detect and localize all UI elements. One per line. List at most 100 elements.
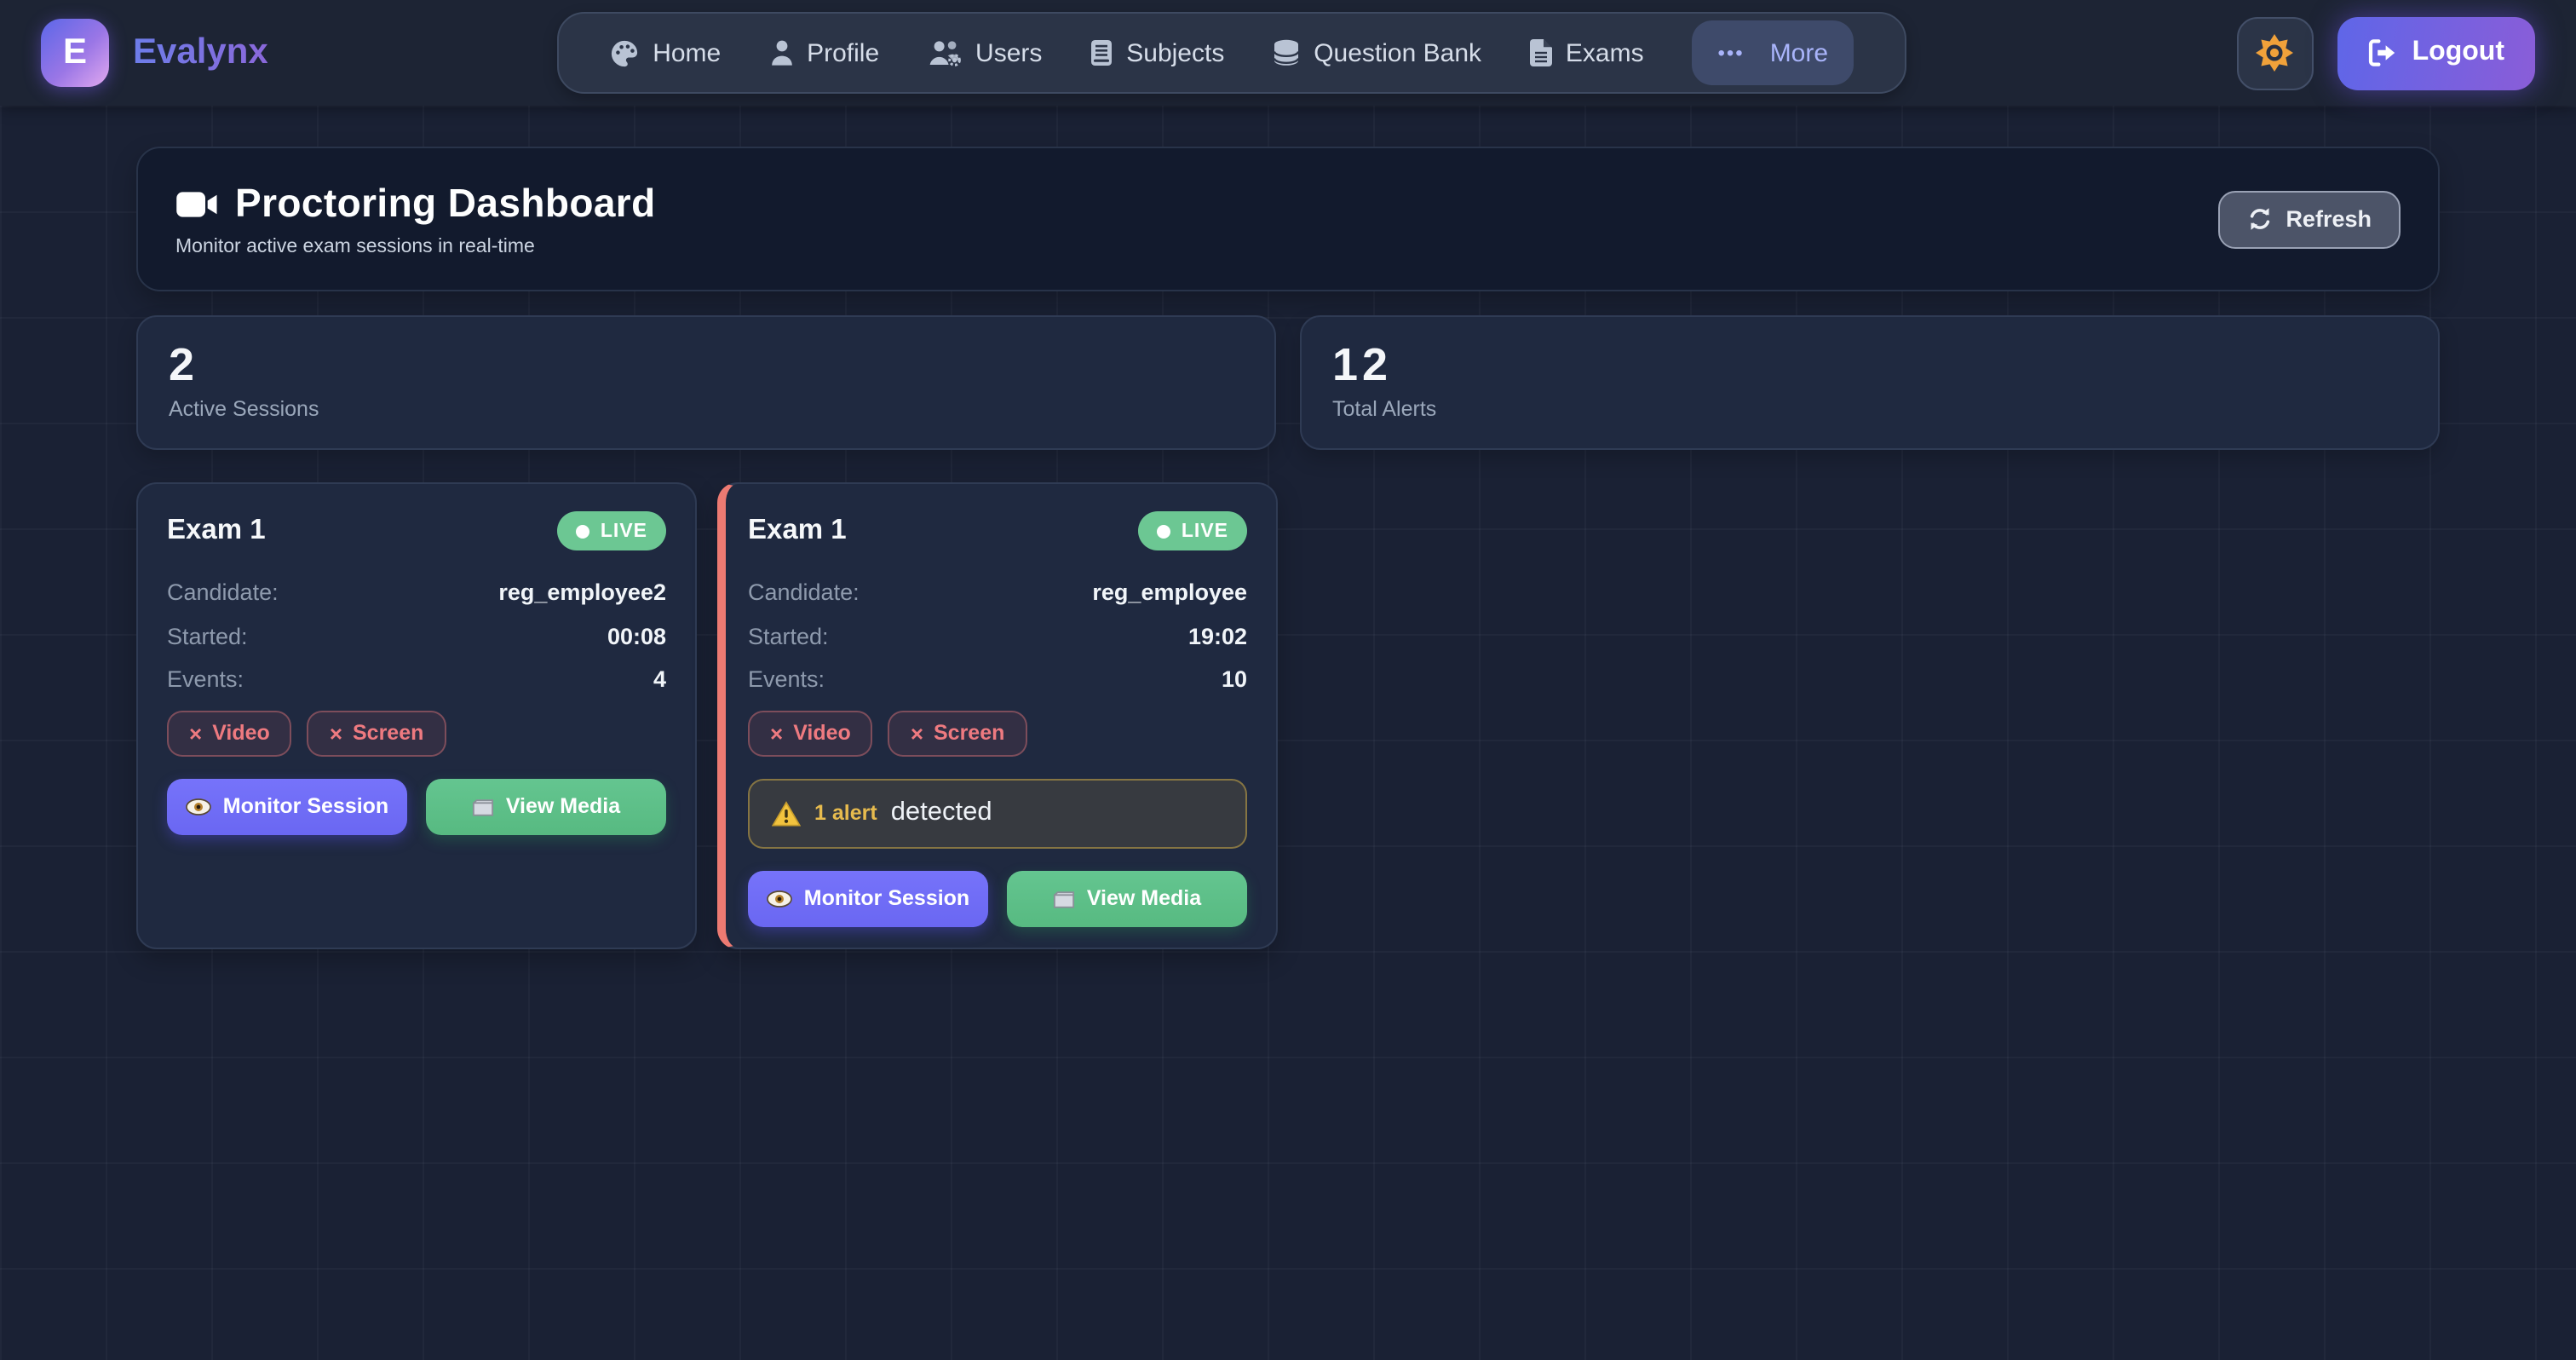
detail-label: Started: <box>748 623 829 648</box>
view-media-button[interactable]: View Media <box>1007 870 1247 926</box>
screen-off-chip[interactable]: × Screen <box>308 710 446 756</box>
page-subtitle: Monitor active exam sessions in real-tim… <box>175 237 656 257</box>
nav-item-label: Question Bank <box>1314 38 1481 67</box>
view-media-label: View Media <box>1087 886 1201 910</box>
nav-item-label: Users <box>975 38 1042 67</box>
logout-label: Logout <box>2412 37 2504 68</box>
ellipsis-icon: ••• <box>1717 41 1744 65</box>
main-nav: Home Profile Users Subjects <box>557 12 1906 94</box>
nav-item-profile[interactable]: Profile <box>769 38 879 67</box>
session-card: Exam 1 LIVE Candidate: reg_employee2 Sta… <box>136 482 697 949</box>
close-icon: × <box>330 720 342 746</box>
detail-label: Events: <box>748 666 825 692</box>
page-body: Proctoring Dashboard Monitor active exam… <box>0 106 2576 1360</box>
nav-item-label: Home <box>653 38 721 67</box>
file-lines-icon <box>1530 39 1552 66</box>
detail-value: 10 <box>1222 666 1247 692</box>
eye-icon <box>186 797 211 815</box>
session-card-header: Exam 1 LIVE <box>748 511 1247 550</box>
nav-item-subjects[interactable]: Subjects <box>1090 38 1224 67</box>
page-header-card: Proctoring Dashboard Monitor active exam… <box>136 147 2440 291</box>
theme-toggle-button[interactable] <box>2237 16 2314 89</box>
detail-label: Started: <box>167 623 248 648</box>
nav-item-label: More <box>1770 38 1828 67</box>
navbar-actions: Logout <box>2237 16 2535 89</box>
live-badge: LIVE <box>558 511 666 550</box>
eye-icon <box>767 889 792 908</box>
session-details: Candidate: reg_employee2 Started: 00:08 … <box>167 579 666 692</box>
warning-icon <box>772 800 801 826</box>
navbar: E Evalynx Home Profile Users <box>0 0 2576 106</box>
refresh-label: Refresh <box>2286 206 2372 232</box>
brand-name: Evalynx <box>133 32 268 73</box>
page-title: Proctoring Dashboard <box>175 181 656 227</box>
stat-label: Active Sessions <box>169 397 1244 421</box>
stat-value: 2 <box>169 339 1244 390</box>
book-icon <box>1090 39 1113 66</box>
app-window: E Evalynx Home Profile Users <box>0 0 2576 1360</box>
palette-icon <box>610 38 639 67</box>
detail-row-started: Started: 00:08 <box>167 623 666 648</box>
brand-logo-letter: E <box>63 32 87 73</box>
nav-item-more[interactable]: ••• More <box>1692 20 1854 85</box>
video-off-chip[interactable]: × Video <box>167 710 292 756</box>
refresh-icon <box>2246 206 2272 232</box>
user-icon <box>769 39 793 66</box>
media-file-icon <box>472 795 494 817</box>
detail-row-candidate: Candidate: reg_employee <box>748 579 1247 605</box>
detail-row-started: Started: 19:02 <box>748 623 1247 648</box>
media-chips: × Video × Screen <box>167 710 666 756</box>
alert-banner: 1 alert detected <box>748 778 1247 848</box>
stat-value: 12 <box>1332 339 2407 390</box>
nav-item-label: Profile <box>807 38 879 67</box>
brand[interactable]: E Evalynx <box>41 19 268 87</box>
live-dot-icon <box>577 524 590 538</box>
detail-value: 00:08 <box>607 623 666 648</box>
monitor-session-button[interactable]: Monitor Session <box>167 778 407 834</box>
sessions-row: Exam 1 LIVE Candidate: reg_employee2 Sta… <box>136 482 2440 949</box>
detail-row-events: Events: 4 <box>167 666 666 692</box>
logout-button[interactable]: Logout <box>2337 16 2535 89</box>
close-icon: × <box>911 720 923 746</box>
database-icon <box>1273 39 1300 66</box>
monitor-session-button[interactable]: Monitor Session <box>748 870 988 926</box>
detail-label: Events: <box>167 666 244 692</box>
nav-item-users[interactable]: Users <box>928 38 1042 67</box>
screen-off-chip[interactable]: × Screen <box>888 710 1027 756</box>
view-media-button[interactable]: View Media <box>426 778 666 834</box>
nav-item-label: Exams <box>1566 38 1644 67</box>
monitor-session-label: Monitor Session <box>223 794 388 818</box>
stat-card-active-sessions: 2 Active Sessions <box>136 315 1276 450</box>
refresh-button[interactable]: Refresh <box>2217 190 2401 248</box>
chip-label: Screen <box>353 721 423 745</box>
brand-logo-icon: E <box>41 19 109 87</box>
stat-card-total-alerts: 12 Total Alerts <box>1300 315 2440 450</box>
nav-item-question-bank[interactable]: Question Bank <box>1273 38 1481 67</box>
session-title: Exam 1 <box>748 515 847 547</box>
media-file-icon <box>1053 887 1075 909</box>
nav-item-exams[interactable]: Exams <box>1530 38 1644 67</box>
view-media-label: View Media <box>506 794 620 818</box>
session-title: Exam 1 <box>167 515 266 547</box>
live-label: LIVE <box>1182 521 1228 541</box>
video-off-chip[interactable]: × Video <box>748 710 873 756</box>
page-header-text: Proctoring Dashboard Monitor active exam… <box>175 181 656 257</box>
detail-row-candidate: Candidate: reg_employee2 <box>167 579 666 605</box>
detail-label: Candidate: <box>167 579 279 605</box>
monitor-session-label: Monitor Session <box>804 886 969 910</box>
nav-item-home[interactable]: Home <box>610 38 721 67</box>
sun-icon <box>2257 34 2294 72</box>
chip-label: Video <box>212 721 270 745</box>
detail-value: 19:02 <box>1188 623 1247 648</box>
session-actions: Monitor Session View Media <box>167 778 666 834</box>
live-badge: LIVE <box>1139 511 1247 550</box>
alert-count: 1 alert <box>814 801 877 825</box>
session-card-header: Exam 1 LIVE <box>167 511 666 550</box>
stat-label: Total Alerts <box>1332 397 2407 421</box>
chip-label: Video <box>793 721 851 745</box>
close-icon: × <box>189 720 202 746</box>
detail-value: reg_employee2 <box>498 579 666 605</box>
users-gear-icon <box>928 39 962 66</box>
live-dot-icon <box>1158 524 1171 538</box>
session-details: Candidate: reg_employee Started: 19:02 E… <box>748 579 1247 692</box>
